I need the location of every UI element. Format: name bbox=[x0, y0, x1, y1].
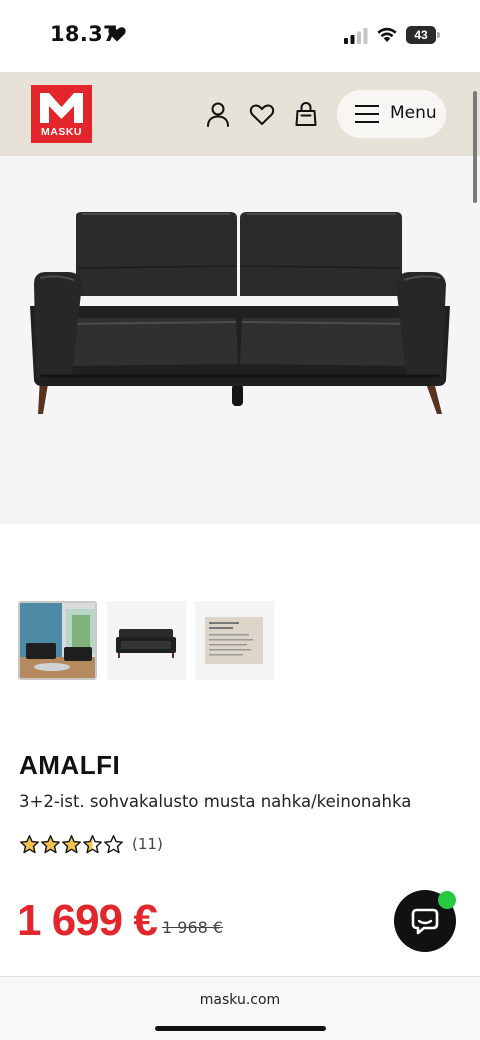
home-indicator[interactable] bbox=[155, 1026, 326, 1031]
star-half-icon bbox=[83, 835, 102, 854]
product-name: AMALFI bbox=[19, 750, 121, 780]
original-price: 1 968 € bbox=[162, 918, 224, 937]
masku-logo[interactable]: MASKU bbox=[31, 85, 92, 143]
logo-m-mark bbox=[40, 93, 83, 123]
signal-icon bbox=[344, 28, 368, 44]
menu-button[interactable]: Menu bbox=[337, 90, 446, 138]
star-full-icon bbox=[20, 835, 39, 854]
thumbnail-info-card[interactable] bbox=[195, 601, 274, 680]
chat-bubble-icon bbox=[411, 908, 439, 935]
hamburger-icon bbox=[355, 105, 379, 123]
battery-icon: 43 bbox=[406, 26, 440, 44]
address-bar[interactable]: masku.com bbox=[0, 992, 480, 1008]
battery-cap bbox=[437, 32, 440, 38]
menu-label: Menu bbox=[390, 103, 437, 123]
rating-count[interactable]: (11) bbox=[132, 835, 163, 853]
star-empty-icon bbox=[104, 835, 123, 854]
star-full-icon bbox=[62, 835, 81, 854]
room-scene-image bbox=[20, 603, 95, 678]
info-card-image bbox=[205, 617, 263, 664]
shopping-bag-icon[interactable] bbox=[292, 100, 320, 128]
battery-level: 43 bbox=[406, 26, 436, 44]
black-leather-sofa-image bbox=[30, 212, 450, 414]
thumbnail-room-scene[interactable] bbox=[18, 601, 97, 680]
product-main-image[interactable] bbox=[0, 156, 480, 524]
thumbnail-sofa[interactable] bbox=[107, 601, 186, 680]
favorites-heart-icon[interactable] bbox=[248, 100, 276, 128]
user-icon[interactable] bbox=[204, 100, 232, 128]
logo-text: MASKU bbox=[41, 126, 82, 138]
current-price: 1 699 € bbox=[17, 896, 158, 945]
chat-online-indicator bbox=[438, 891, 456, 909]
wifi-icon bbox=[377, 27, 397, 42]
sofa-thumbnail-image bbox=[116, 629, 176, 658]
star-full-icon bbox=[41, 835, 60, 854]
status-bar: 18.37 43 bbox=[0, 0, 480, 72]
product-subtitle: 3+2-ist. sohvakalusto musta nahka/keinon… bbox=[19, 792, 412, 811]
page-scrollbar[interactable] bbox=[473, 91, 477, 203]
site-header: MASKU Menu bbox=[0, 72, 480, 156]
thumbnail-strip bbox=[0, 600, 480, 682]
heart-icon bbox=[108, 27, 126, 42]
browser-bottom-bar: masku.com bbox=[0, 976, 480, 1040]
